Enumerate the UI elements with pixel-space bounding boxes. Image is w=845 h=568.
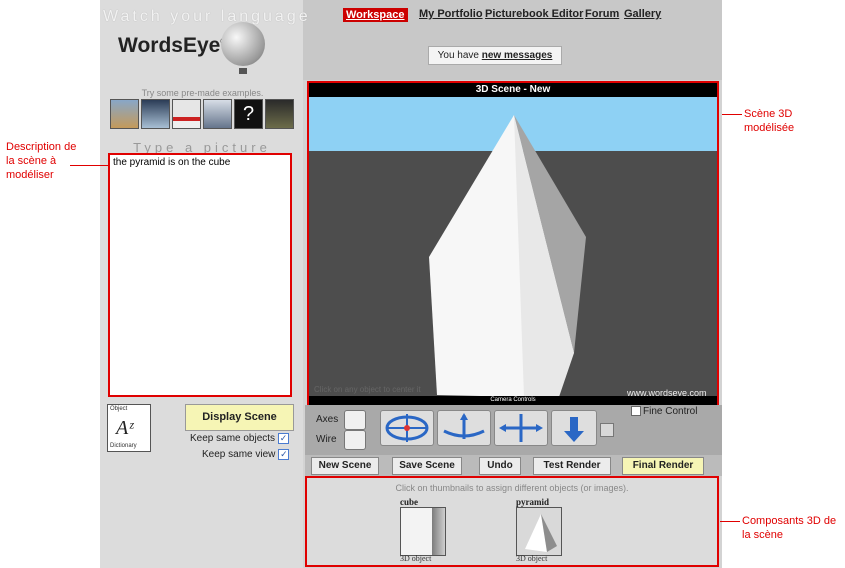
object-dictionary-top-label: Object: [110, 406, 128, 412]
component-pyramid-thumbnail[interactable]: [516, 507, 562, 556]
orbit-icon: [385, 414, 429, 442]
nav-gallery[interactable]: Gallery: [624, 8, 661, 20]
object-dictionary-button[interactable]: Object Aᶻ Dictionary: [107, 404, 151, 452]
annotation-scene-arrow: [722, 114, 742, 115]
example-thumbnail-6[interactable]: [265, 99, 294, 129]
balloon-basket-icon: [239, 68, 247, 74]
nav-my-portfolio[interactable]: My Portfolio: [419, 8, 483, 20]
component-cube-thumbnail[interactable]: [400, 507, 446, 556]
zoom-down-icon: [564, 417, 584, 442]
axes-toggle-icon[interactable]: [344, 410, 366, 430]
test-render-button[interactable]: Test Render: [533, 457, 611, 475]
keep-view-row: Keep same view ✓: [202, 449, 290, 461]
viewport-title: 3D Scene - New: [309, 83, 717, 97]
example-thumbnail-3[interactable]: [172, 99, 201, 129]
thumbnails-hint: Click on thumbnails to assign different …: [395, 483, 629, 493]
tagline: Watch your language: [103, 8, 311, 25]
pyramid-thumbnail-icon: [525, 514, 557, 552]
example-thumbnail-1[interactable]: [110, 99, 139, 129]
annotation-scene: Scène 3D modélisée: [744, 108, 795, 134]
wireframe-toggle-icon[interactable]: [344, 430, 366, 450]
annotation-components-arrow: [720, 521, 740, 522]
nav-workspace[interactable]: Workspace: [343, 8, 408, 22]
example-random[interactable]: ?: [234, 99, 263, 129]
pan-horizontal-control[interactable]: [437, 410, 491, 446]
component-pyramid-name: pyramid: [516, 497, 550, 507]
annotation-description: Description de la scène à modéliser: [6, 141, 77, 181]
viewport-click-hint: Click on any object to center it: [314, 385, 421, 394]
new-scene-button[interactable]: New Scene: [311, 457, 379, 475]
keep-view-checkbox[interactable]: ✓: [278, 449, 290, 460]
display-scene-button[interactable]: Display Scene: [185, 404, 294, 431]
fine-control-checkbox[interactable]: [631, 406, 641, 417]
dictionary-icon: Aᶻ: [116, 417, 134, 439]
zoom-control[interactable]: [551, 410, 597, 446]
new-messages-link[interactable]: new messages: [482, 50, 553, 61]
reset-view-icon[interactable]: [600, 423, 614, 437]
object-dictionary-bottom-label: Dictionary: [110, 443, 137, 449]
pyramid-on-cube-render[interactable]: [309, 97, 717, 396]
undo-button[interactable]: Undo: [479, 457, 521, 475]
orbit-control[interactable]: [380, 410, 434, 446]
keep-objects-label: Keep same objects: [190, 433, 276, 445]
messages-prefix: You have: [437, 50, 479, 61]
example-thumbnail-4[interactable]: [203, 99, 232, 129]
keep-view-label: Keep same view: [202, 449, 276, 461]
move-arrows-icon: [499, 414, 543, 442]
messages-box: You have new messages: [428, 46, 562, 65]
hot-air-balloon-icon: [221, 22, 265, 66]
keep-objects-checkbox[interactable]: ✓: [278, 433, 290, 444]
nav-forum[interactable]: Forum: [585, 8, 619, 20]
component-cube-name: cube: [400, 497, 418, 507]
annotation-components: Composants 3D de la scène: [742, 515, 837, 541]
nav-picturebook-editor[interactable]: Picturebook Editor: [485, 8, 583, 20]
final-render-button[interactable]: Final Render: [622, 457, 704, 475]
keep-objects-row: Keep same objects ✓: [190, 433, 290, 445]
logo-text: WordsEye: [118, 34, 221, 57]
example-thumbnail-2[interactable]: [141, 99, 170, 129]
component-pyramid-type: 3D object: [516, 554, 548, 563]
fine-control-label: Fine Control: [643, 406, 698, 417]
save-scene-button[interactable]: Save Scene: [392, 457, 462, 475]
axes-label: Axes: [316, 414, 339, 425]
examples-hint: Try some pre-made examples.: [141, 88, 264, 98]
annotation-description-arrow: [70, 165, 108, 166]
wire-label: Wire: [316, 434, 337, 445]
component-cube-type: 3D object: [400, 554, 432, 563]
fine-control[interactable]: Fine Control: [631, 406, 697, 417]
move-control[interactable]: [494, 410, 548, 446]
pan-horizontal-icon: [443, 413, 485, 439]
logo: WordsEye®: [118, 34, 226, 58]
camera-controls-label: Camera Controls: [309, 396, 717, 405]
scene-description-input[interactable]: the pyramid is on the cube: [108, 153, 292, 397]
